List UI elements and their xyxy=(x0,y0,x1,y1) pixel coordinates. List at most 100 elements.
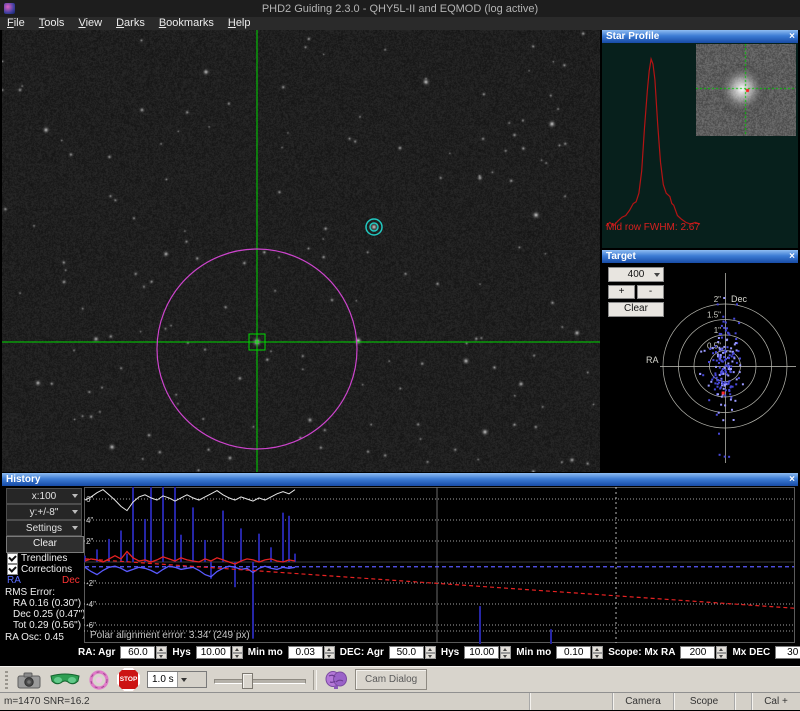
history-yscale-select[interactable]: y:+/-8" xyxy=(6,504,82,520)
scatter-point xyxy=(724,389,727,392)
close-icon[interactable]: × xyxy=(789,250,795,263)
param-value[interactable]: 0.10 xyxy=(556,646,592,659)
spinner[interactable] xyxy=(323,646,335,659)
scatter-point xyxy=(715,351,717,354)
scatter-point xyxy=(720,324,723,327)
camera-icon xyxy=(17,672,41,688)
scatter-point xyxy=(735,349,738,352)
guide-button[interactable] xyxy=(88,669,110,691)
cam-dialog-button[interactable]: Cam Dialog xyxy=(355,669,428,690)
title-bar: PHD2 Guiding 2.3.0 - QHY5L-II and EQMOD … xyxy=(0,0,800,18)
spin-down-icon[interactable] xyxy=(323,652,335,659)
param-field[interactable]: 0.03 xyxy=(287,646,335,659)
target-titlebar[interactable]: Target × xyxy=(602,250,798,263)
scatter-point xyxy=(737,377,740,380)
scatter-point xyxy=(711,378,714,381)
slider-track xyxy=(214,678,306,684)
star-profile-titlebar[interactable]: Star Profile × xyxy=(602,30,798,43)
menu-view[interactable]: View xyxy=(71,17,109,30)
stop-button[interactable]: STOP xyxy=(117,668,140,691)
scatter-point xyxy=(730,396,733,399)
spin-down-icon[interactable] xyxy=(156,652,168,659)
spin-down-icon[interactable] xyxy=(500,652,512,659)
scatter-point xyxy=(734,399,737,402)
spinner[interactable] xyxy=(424,646,436,659)
scatter-point xyxy=(719,387,722,390)
spinner[interactable] xyxy=(500,646,512,659)
guide-camera-view[interactable] xyxy=(2,30,600,472)
param-label: Scope: Mx RA xyxy=(608,647,676,658)
param-value[interactable]: 30 xyxy=(775,646,800,659)
spinner[interactable] xyxy=(716,646,728,659)
menu-help[interactable]: Help xyxy=(221,17,258,30)
corrections-checkbox-row[interactable]: Corrections xyxy=(7,564,72,575)
corrections-checkbox[interactable] xyxy=(7,564,18,575)
scatter-point xyxy=(718,366,721,369)
menu-file[interactable]: File xyxy=(0,17,32,30)
param-value[interactable]: 0.03 xyxy=(287,646,323,659)
trendlines-checkbox[interactable] xyxy=(7,553,18,564)
history-xscale-select[interactable]: x:100 xyxy=(6,488,82,504)
scatter-point xyxy=(718,373,721,376)
spinner[interactable] xyxy=(592,646,604,659)
spinner[interactable] xyxy=(231,646,243,659)
param-field[interactable]: 0.10 xyxy=(556,646,604,659)
param-value[interactable]: 10.00 xyxy=(464,646,500,659)
gamma-slider[interactable] xyxy=(214,670,306,690)
spin-down-icon[interactable] xyxy=(592,652,604,659)
scatter-point xyxy=(723,455,726,458)
slider-thumb[interactable] xyxy=(242,672,253,689)
param-value[interactable]: 50.0 xyxy=(388,646,424,659)
target-clear-button[interactable]: Clear xyxy=(608,302,664,317)
param-field[interactable]: 50.0 xyxy=(388,646,436,659)
param-value[interactable]: 10.00 xyxy=(195,646,231,659)
scatter-point xyxy=(726,382,729,385)
target-zoom-value: 400 xyxy=(627,269,645,280)
param-field[interactable]: 10.00 xyxy=(195,646,243,659)
close-icon[interactable]: × xyxy=(789,473,795,486)
scatter-point xyxy=(732,419,735,421)
target-zoom-out-button[interactable]: - xyxy=(637,285,664,299)
spin-down-icon[interactable] xyxy=(716,652,728,659)
history-settings-select[interactable]: Settings xyxy=(6,520,82,536)
toolbar-grip[interactable] xyxy=(5,670,8,689)
param-value[interactable]: 200 xyxy=(680,646,716,659)
history-clear-button[interactable]: Clear xyxy=(6,536,84,553)
param-label: Min mo xyxy=(516,647,552,658)
target-zoom-in-button[interactable]: + xyxy=(608,285,635,299)
scatter-point xyxy=(724,359,727,362)
menu-tools[interactable]: Tools xyxy=(32,17,72,30)
brain-button[interactable] xyxy=(324,670,348,690)
param-field[interactable]: 60.0 xyxy=(120,646,168,659)
exposure-select[interactable]: 1.0 s xyxy=(147,671,207,688)
scatter-point xyxy=(720,336,723,339)
trendlines-checkbox-row[interactable]: Trendlines xyxy=(7,553,67,564)
scatter-point xyxy=(734,332,737,335)
param-value[interactable]: 60.0 xyxy=(120,646,156,659)
param-label: Hys xyxy=(440,647,460,658)
target-dec-label: Dec xyxy=(731,294,748,304)
menu-darks[interactable]: Darks xyxy=(109,17,152,30)
target-zoom-select[interactable]: 400 xyxy=(608,267,664,282)
status-cell-camera: Camera xyxy=(612,693,673,710)
param-field[interactable]: 30 xyxy=(775,646,800,659)
y-axis-label: 2" xyxy=(86,537,93,546)
close-icon[interactable]: × xyxy=(789,30,795,43)
scatter-point xyxy=(718,356,721,359)
scatter-point xyxy=(719,354,722,357)
chevron-down-icon xyxy=(72,526,78,530)
scatter-point xyxy=(739,357,741,360)
param-field[interactable]: 200 xyxy=(680,646,728,659)
menu-bookmarks[interactable]: Bookmarks xyxy=(152,17,221,30)
rms-error-block: RMS Error: RA 0.16 (0.30") Dec 0.25 (0.47"… xyxy=(5,588,85,643)
scatter-point xyxy=(712,352,715,355)
param-field[interactable]: 10.00 xyxy=(464,646,512,659)
spinner[interactable] xyxy=(156,646,168,659)
history-titlebar[interactable]: History × xyxy=(2,473,798,486)
spin-down-icon[interactable] xyxy=(424,652,436,659)
scatter-point xyxy=(723,381,726,384)
spin-down-icon[interactable] xyxy=(231,652,243,659)
guide-icon xyxy=(89,669,109,690)
loop-button[interactable] xyxy=(49,672,81,688)
camera-button[interactable] xyxy=(16,671,42,689)
